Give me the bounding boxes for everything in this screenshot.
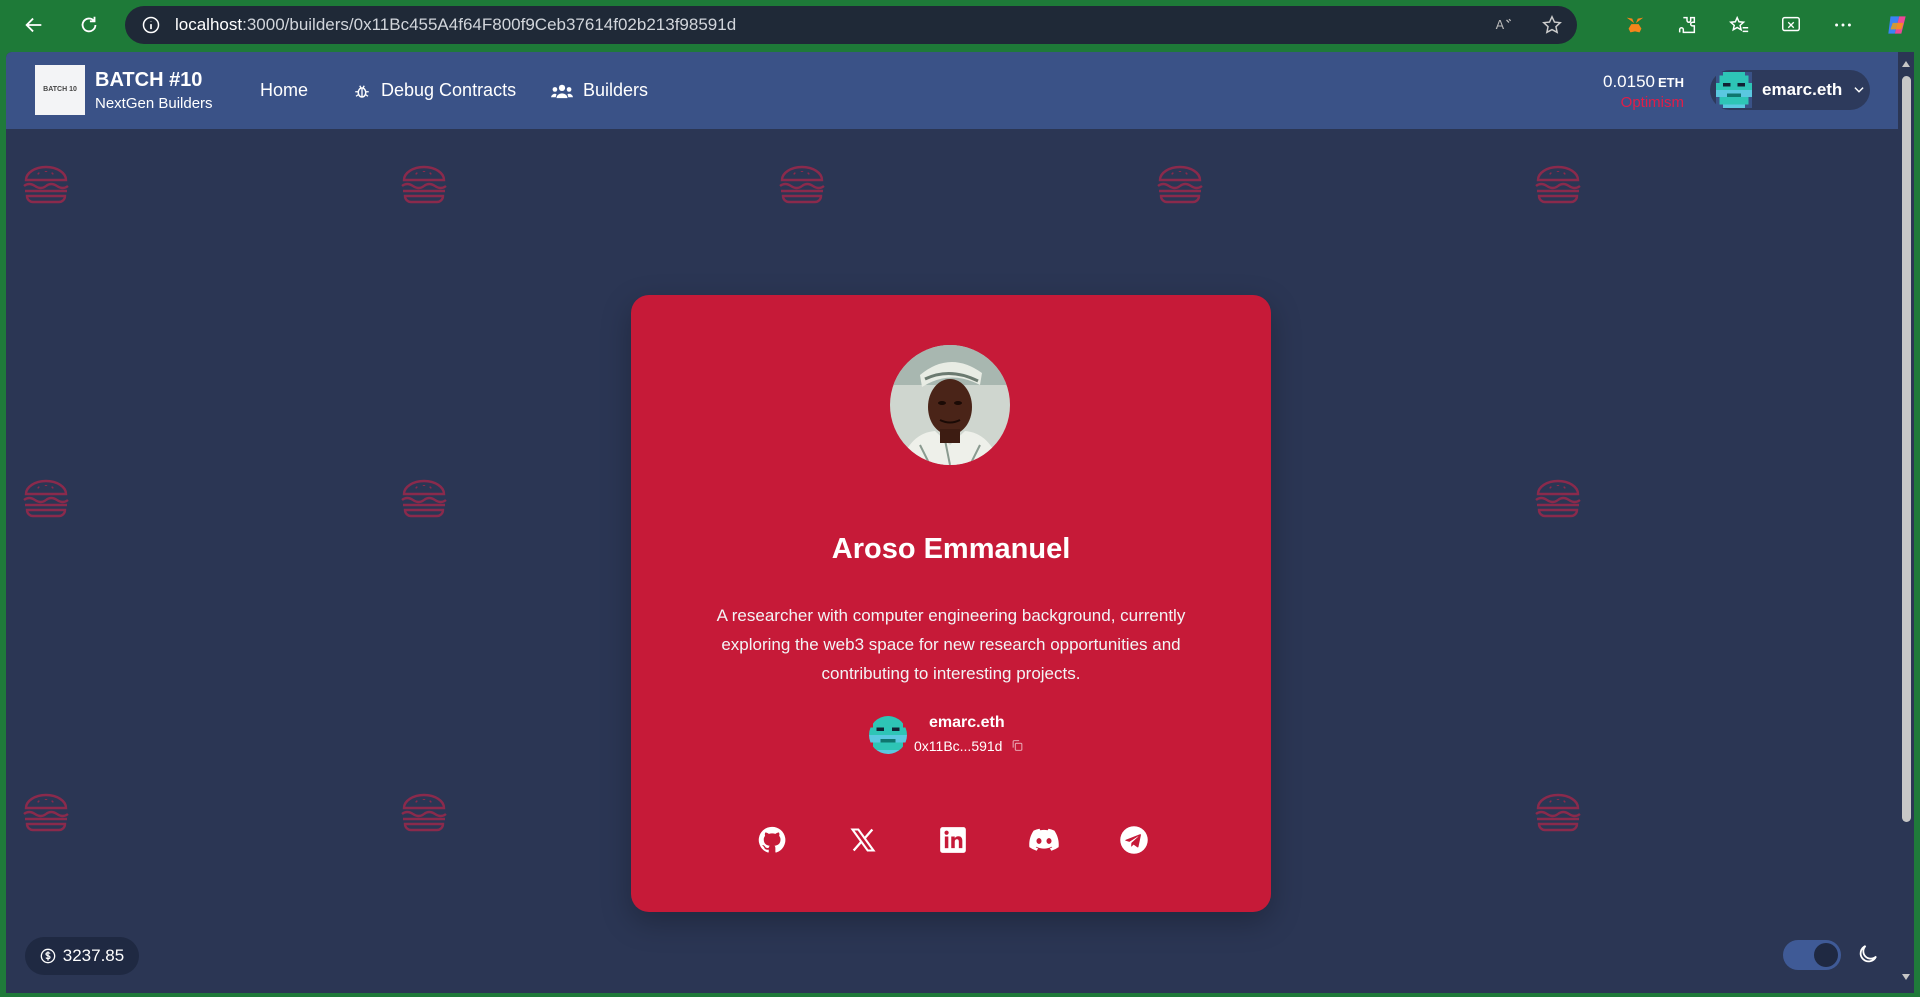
url-path: :3000/builders/0x11Bc455A4f64F800f9Ceb37… [242, 15, 737, 34]
network-label: Optimism [1620, 94, 1684, 111]
burger-pattern-icon [774, 156, 830, 212]
extension-icons [1624, 0, 1910, 50]
address-bar[interactable]: localhost:3000/builders/0x11Bc455A4f64F8… [125, 6, 1577, 44]
nav-builders-label: Builders [583, 80, 649, 100]
account-dropdown[interactable]: emarc.eth [1710, 70, 1870, 110]
account-avatar [1716, 72, 1752, 108]
burger-pattern-icon [396, 470, 452, 526]
toggle-knob [1814, 943, 1838, 967]
svg-text:A: A [1496, 17, 1505, 32]
burger-pattern-icon [18, 470, 74, 526]
x-link[interactable] [846, 823, 880, 857]
moon-icon [1859, 945, 1877, 963]
dollar-circle-icon [40, 948, 56, 964]
nav-builders[interactable]: Builders [551, 80, 648, 101]
nav-home[interactable]: Home [260, 80, 308, 101]
builder-profile-card: Aroso Emmanuel A researcher with compute… [631, 295, 1271, 912]
burger-pattern-icon [18, 156, 74, 212]
extensions-puzzle-icon[interactable] [1676, 14, 1698, 36]
info-icon [142, 16, 160, 34]
telegram-icon [1120, 826, 1148, 854]
github-icon [758, 826, 786, 853]
burger-pattern-icon [396, 784, 452, 840]
linkedin-link[interactable] [936, 823, 970, 857]
logo-text: BATCH 10 [43, 86, 77, 93]
linkedin-icon [940, 827, 966, 853]
telegram-link[interactable] [1117, 823, 1151, 857]
back-arrow-icon [25, 17, 42, 33]
favorite-star-icon[interactable] [1541, 14, 1563, 36]
scroll-down-icon[interactable] [1901, 973, 1911, 981]
burger-pattern-icon [1530, 156, 1586, 212]
wallet-balance[interactable]: 0.0150 ETH Optimism [1603, 72, 1684, 111]
more-options-icon[interactable] [1832, 14, 1854, 36]
vertical-scrollbar[interactable] [1898, 52, 1914, 993]
theme-toggle[interactable] [1783, 940, 1841, 970]
bug-icon [355, 84, 369, 98]
back-button[interactable] [14, 5, 54, 45]
url-host: localhost [175, 15, 243, 34]
copy-icon[interactable] [1011, 738, 1024, 753]
discord-link[interactable] [1027, 823, 1061, 857]
x-icon [849, 828, 876, 852]
builder-blockie-avatar [869, 716, 907, 754]
burger-pattern-icon [1152, 156, 1208, 212]
read-aloud-icon[interactable]: A [1493, 15, 1515, 35]
short-address[interactable]: 0x11Bc...591d [914, 738, 1002, 754]
builder-address: emarc.eth 0x11Bc...591d [869, 714, 1049, 758]
favorites-icon[interactable] [1728, 14, 1750, 36]
social-links [755, 820, 1151, 860]
copilot-icon[interactable] [1884, 12, 1910, 38]
reload-button[interactable] [69, 5, 109, 45]
app-header: BATCH 10 BATCH #10 NextGen Builders Home… [6, 52, 1898, 129]
nav-home-label: Home [260, 80, 309, 100]
eth-price-value: 3237.85 [62, 946, 125, 965]
users-icon [551, 84, 573, 98]
scroll-thumb[interactable] [1902, 76, 1911, 822]
balance-unit: ETH [1658, 75, 1684, 90]
burger-pattern-icon [18, 784, 74, 840]
ens-name[interactable]: emarc.eth [929, 714, 1005, 732]
page-viewport: BATCH 10 BATCH #10 NextGen Builders Home… [6, 52, 1914, 993]
nav-debug-contracts[interactable]: Debug Contracts [353, 80, 516, 101]
brand-subtitle: NextGen Builders [95, 95, 213, 112]
builder-bio: A researcher with computer engineering b… [716, 606, 1186, 683]
browser-toolbar: localhost:3000/builders/0x11Bc455A4f64F8… [0, 0, 1920, 50]
screenshot-icon[interactable] [1780, 14, 1802, 36]
builder-avatar [890, 345, 1010, 465]
scroll-up-icon[interactable] [1901, 60, 1911, 68]
batch-logo[interactable]: BATCH 10 [35, 65, 85, 115]
chevron-down-icon [1854, 87, 1864, 93]
account-name: emarc.eth [1762, 80, 1843, 99]
discord-icon [1028, 828, 1059, 851]
builder-name: Aroso Emmanuel [831, 533, 1071, 565]
balance-amount: 0.0150 [1603, 72, 1655, 91]
metamask-icon[interactable] [1624, 14, 1646, 36]
github-link[interactable] [755, 823, 789, 857]
burger-pattern-icon [396, 156, 452, 212]
burger-pattern-icon [1530, 470, 1586, 526]
nav-debug-label: Debug Contracts [381, 80, 517, 100]
reload-icon [81, 16, 97, 33]
eth-price-badge[interactable]: 3237.85 [25, 937, 139, 975]
burger-pattern-icon [1530, 784, 1586, 840]
brand-title: BATCH #10 [95, 69, 203, 91]
